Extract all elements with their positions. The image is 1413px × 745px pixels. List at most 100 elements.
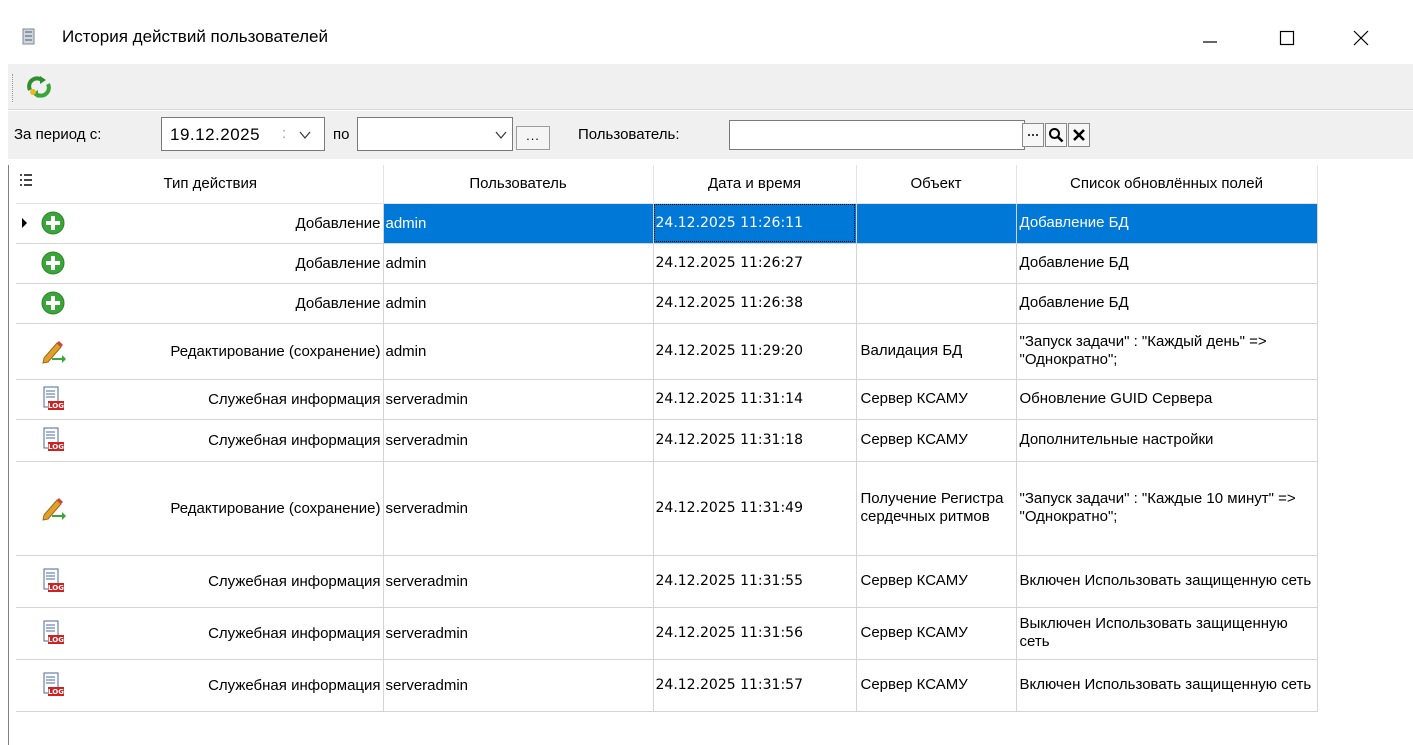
cell-user[interactable]: serveradmin bbox=[383, 659, 654, 712]
cell-user[interactable]: admin bbox=[383, 243, 654, 284]
row-header[interactable] bbox=[16, 379, 38, 420]
column-chooser-header[interactable] bbox=[16, 165, 38, 204]
cell-type[interactable]: Редактирование (сохранение) bbox=[38, 461, 384, 556]
chevron-down-icon[interactable] bbox=[494, 128, 508, 142]
column-chooser-icon bbox=[20, 174, 32, 186]
cell-type[interactable]: Добавление bbox=[38, 243, 384, 284]
close-button[interactable] bbox=[1338, 18, 1384, 58]
cell-object[interactable] bbox=[856, 243, 1017, 284]
cell-user[interactable]: serveradmin bbox=[383, 461, 654, 556]
column-header-object[interactable]: Объект bbox=[856, 165, 1017, 204]
cell-datetime[interactable]: 24.12.2025 11:26:38 bbox=[653, 283, 857, 324]
table-row[interactable]: LOG Служебная информация serveradmin 24.12.… bbox=[16, 379, 1318, 420]
cell-fields[interactable]: Обновление GUID Сервера bbox=[1016, 379, 1318, 420]
cell-datetime[interactable]: 24.12.2025 11:26:11 bbox=[653, 203, 857, 244]
cell-datetime[interactable]: 24.12.2025 11:26:27 bbox=[653, 243, 857, 284]
date-from-picker[interactable]: 19.12.2025 : bbox=[161, 117, 325, 151]
refresh-icon[interactable] bbox=[24, 72, 54, 102]
cell-type[interactable]: LOG Служебная информация bbox=[38, 555, 384, 608]
cell-object[interactable]: Сервер КСАМУ bbox=[856, 607, 1017, 660]
cell-type[interactable]: Добавление bbox=[38, 283, 384, 324]
table-row[interactable]: LOG Служебная информация serveradmin 24.12.… bbox=[16, 607, 1318, 660]
cell-user[interactable]: admin bbox=[383, 203, 654, 244]
cell-type-text: Служебная информация bbox=[208, 572, 381, 590]
search-button[interactable] bbox=[1045, 123, 1067, 147]
toolbar bbox=[8, 64, 1413, 110]
column-header-type[interactable]: Тип действия bbox=[38, 165, 384, 204]
cell-user[interactable]: serveradmin bbox=[383, 379, 654, 420]
cell-fields[interactable]: "Запуск задачи" : "Каждые 10 минут" => "… bbox=[1016, 461, 1318, 556]
column-header-user[interactable]: Пользователь bbox=[383, 165, 654, 204]
svg-text:LOG: LOG bbox=[48, 688, 64, 696]
row-header[interactable] bbox=[16, 461, 38, 556]
cell-object[interactable] bbox=[856, 283, 1017, 324]
maximize-button[interactable] bbox=[1264, 18, 1310, 58]
cell-fields[interactable]: Включен Использовать защищенную сеть bbox=[1016, 555, 1318, 608]
cell-datetime[interactable]: 24.12.2025 11:31:49 bbox=[653, 461, 857, 556]
period-to-label: по bbox=[333, 126, 350, 143]
clear-user-button[interactable] bbox=[1068, 123, 1090, 147]
date-to-picker[interactable] bbox=[357, 117, 513, 151]
row-header[interactable] bbox=[16, 243, 38, 284]
cell-object[interactable]: Получение Регистра сердечных ритмов bbox=[856, 461, 1017, 556]
row-header[interactable] bbox=[16, 283, 38, 324]
table-row[interactable]: Добавление admin 24.12.2025 11:26:27 Добавл… bbox=[16, 243, 1318, 284]
cell-fields[interactable]: "Запуск задачи" : "Каждый день" => "Одно… bbox=[1016, 323, 1318, 380]
cell-fields[interactable]: Добавление БД bbox=[1016, 243, 1318, 284]
cell-fields[interactable]: Дополнительные настройки bbox=[1016, 419, 1318, 462]
minimize-button[interactable] bbox=[1187, 18, 1233, 58]
cell-user[interactable]: admin bbox=[383, 323, 654, 380]
cell-object[interactable]: Сервер КСАМУ bbox=[856, 419, 1017, 462]
cell-type-text: Добавление bbox=[295, 294, 381, 312]
row-header[interactable] bbox=[16, 555, 38, 608]
cell-type[interactable]: LOG Служебная информация bbox=[38, 419, 384, 462]
cell-fields[interactable]: Выключен Использовать защищенную сеть bbox=[1016, 607, 1318, 660]
search-icon bbox=[1049, 128, 1064, 143]
cell-object[interactable] bbox=[856, 203, 1017, 244]
cell-user[interactable]: serveradmin bbox=[383, 555, 654, 608]
table-row[interactable]: LOG Служебная информация serveradmin 24.12.… bbox=[16, 659, 1318, 712]
cell-datetime[interactable]: 24.12.2025 11:29:20 bbox=[653, 323, 857, 380]
cell-fields[interactable]: Добавление БД bbox=[1016, 203, 1318, 244]
cell-datetime[interactable]: 24.12.2025 11:31:14 bbox=[653, 379, 857, 420]
cell-fields[interactable]: Добавление БД bbox=[1016, 283, 1318, 324]
date-options-button[interactable]: ... bbox=[516, 126, 550, 150]
table-row[interactable]: Редактирование (сохранение) admin 24.12.20… bbox=[16, 323, 1318, 380]
cell-type[interactable]: Добавление bbox=[38, 203, 384, 244]
cell-object[interactable]: Валидация БД bbox=[856, 323, 1017, 380]
cell-datetime[interactable]: 24.12.2025 11:31:55 bbox=[653, 555, 857, 608]
cell-user[interactable]: serveradmin bbox=[383, 607, 654, 660]
table-header-row: Тип действия Пользователь Дата и время О… bbox=[16, 165, 1318, 204]
ellipsis-icon bbox=[1028, 134, 1038, 136]
log-icon: LOG bbox=[40, 620, 66, 646]
cell-fields[interactable]: Включен Использовать защищенную сеть bbox=[1016, 659, 1318, 712]
table-row[interactable]: LOG Служебная информация serveradmin 24.12.… bbox=[16, 555, 1318, 608]
cell-type[interactable]: Редактирование (сохранение) bbox=[38, 323, 384, 380]
cell-datetime[interactable]: 24.12.2025 11:31:56 bbox=[653, 607, 857, 660]
column-header-fields[interactable]: Список обновлённых полей bbox=[1016, 165, 1318, 204]
table-row[interactable]: Редактирование (сохранение) serveradmin 24… bbox=[16, 461, 1318, 556]
row-header[interactable] bbox=[16, 203, 38, 244]
current-row-arrow-icon bbox=[22, 218, 27, 228]
column-header-datetime[interactable]: Дата и время bbox=[653, 165, 857, 204]
row-header[interactable] bbox=[16, 659, 38, 712]
cell-object[interactable]: Сервер КСАМУ bbox=[856, 379, 1017, 420]
row-header[interactable] bbox=[16, 607, 38, 660]
cell-user[interactable]: serveradmin bbox=[383, 419, 654, 462]
cell-type[interactable]: LOG Служебная информация bbox=[38, 659, 384, 712]
chevron-down-icon[interactable] bbox=[298, 128, 312, 142]
table-row[interactable]: LOG Служебная информация serveradmin 24.12.… bbox=[16, 419, 1318, 462]
cell-user[interactable]: admin bbox=[383, 283, 654, 324]
table-row[interactable]: Добавление admin 24.12.2025 11:26:11 Добавл… bbox=[16, 203, 1318, 244]
cell-object[interactable]: Сервер КСАМУ bbox=[856, 555, 1017, 608]
user-select-button[interactable] bbox=[1022, 123, 1044, 147]
user-field[interactable] bbox=[729, 120, 1025, 150]
cell-type[interactable]: LOG Служебная информация bbox=[38, 379, 384, 420]
row-header[interactable] bbox=[16, 419, 38, 462]
row-header[interactable] bbox=[16, 323, 38, 380]
cell-object[interactable]: Сервер КСАМУ bbox=[856, 659, 1017, 712]
cell-datetime[interactable]: 24.12.2025 11:31:57 bbox=[653, 659, 857, 712]
table-row[interactable]: Добавление admin 24.12.2025 11:26:38 Добавл… bbox=[16, 283, 1318, 324]
cell-datetime[interactable]: 24.12.2025 11:31:18 bbox=[653, 419, 857, 462]
cell-type[interactable]: LOG Служебная информация bbox=[38, 607, 384, 660]
